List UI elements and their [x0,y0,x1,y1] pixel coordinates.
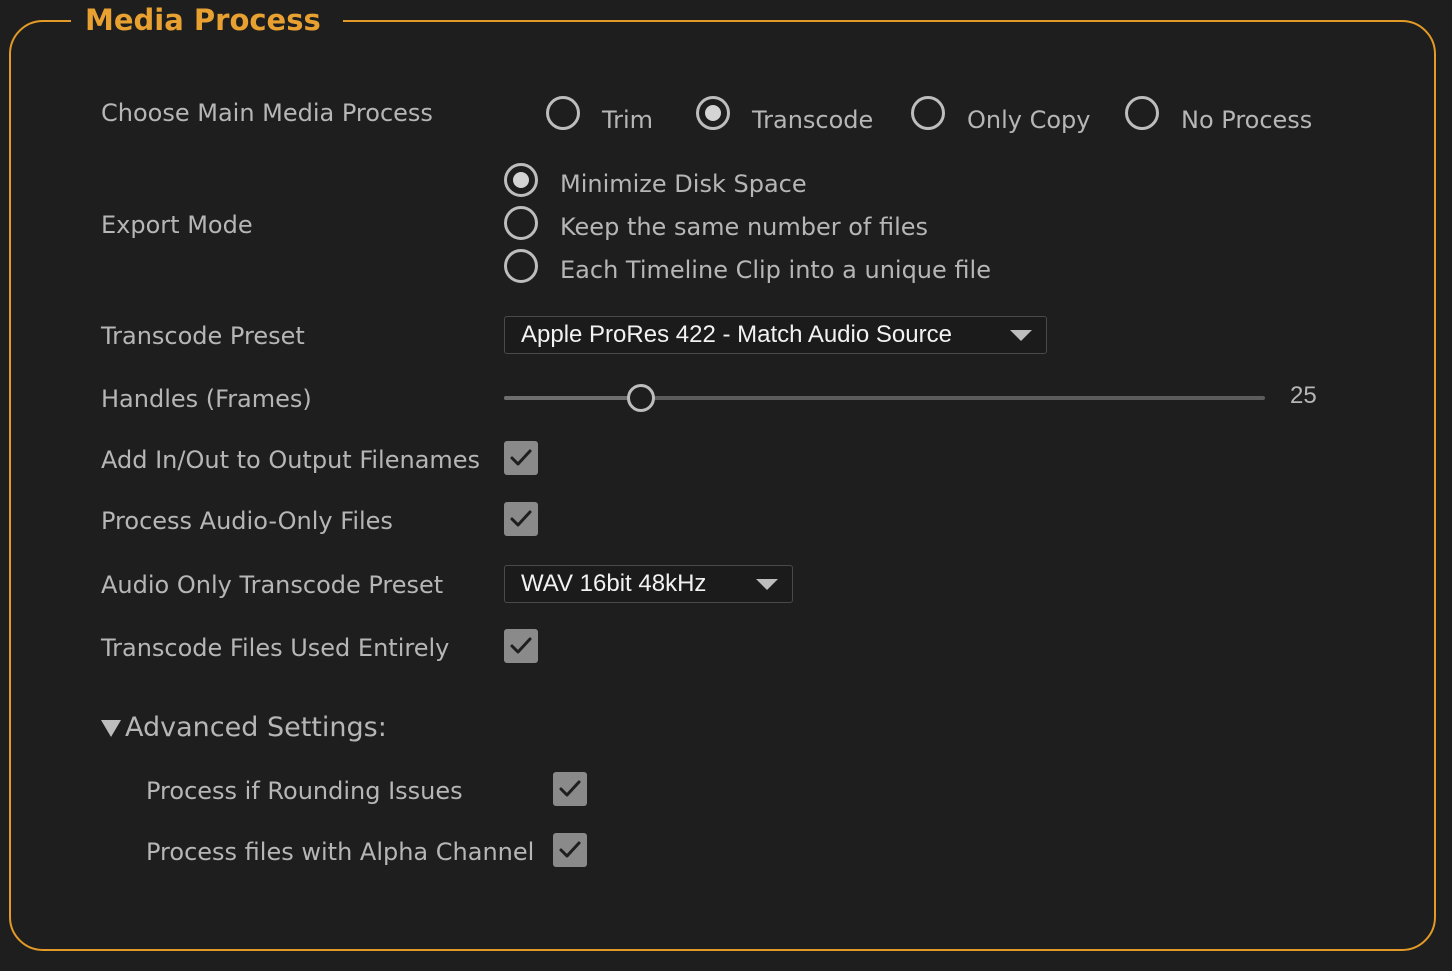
transcode-entirely-checkbox[interactable] [504,629,538,663]
process-audio-only-checkbox[interactable] [504,502,538,536]
radio-transcode[interactable]: Transcode [696,91,873,135]
chevron-down-icon [756,578,778,590]
radio-minimize-disk-space[interactable]: Minimize Disk Space [504,161,807,199]
transcode-entirely-label: Transcode Files Used Entirely [101,634,450,662]
checkmark-icon [559,841,581,858]
transcode-preset-dropdown[interactable]: Apple ProRes 422 - Match Audio Source [504,316,1047,354]
radio-trim[interactable]: Trim [546,91,653,135]
radio-each-clip-unique[interactable]: Each Timeline Clip into a unique file [504,247,991,285]
radio-only-copy-label: Only Copy [967,106,1091,134]
transcode-preset-value: Apple ProRes 422 - Match Audio Source [521,321,952,348]
radio-trim-indicator [546,96,580,130]
panel-title: Media Process [71,0,343,40]
checkmark-icon [510,637,532,654]
radio-only-copy-indicator [911,96,945,130]
radio-keep-same-number-indicator [504,206,538,240]
rounding-checkbox[interactable] [553,772,587,806]
radio-only-copy[interactable]: Only Copy [911,91,1090,135]
radio-minimize-disk-space-indicator [504,163,538,197]
radio-no-process[interactable]: No Process [1125,91,1312,135]
audio-preset-value: WAV 16bit 48kHz [521,570,707,597]
radio-transcode-label: Transcode [752,106,874,134]
handles-slider[interactable] [504,384,1265,412]
radio-keep-same-number-label: Keep the same number of files [560,213,929,241]
radio-no-process-indicator [1125,96,1159,130]
handles-value: 25 [1290,382,1317,409]
radio-keep-same-number[interactable]: Keep the same number of files [504,204,928,242]
handles-slider-thumb[interactable] [627,384,655,412]
radio-transcode-indicator [696,96,730,130]
radio-each-clip-unique-indicator [504,249,538,283]
main-process-label: Choose Main Media Process [101,99,433,127]
checkmark-icon [510,449,532,466]
checkmark-icon [510,510,532,527]
alpha-label: Process files with Alpha Channel [146,838,535,866]
disclosure-triangle-icon [101,719,121,737]
checkmark-icon [559,780,581,797]
audio-preset-dropdown[interactable]: WAV 16bit 48kHz [504,565,793,603]
add-in-out-label: Add In/Out to Output Filenames [101,446,481,474]
radio-no-process-label: No Process [1181,106,1313,134]
handles-slider-fill [504,396,641,400]
radio-each-clip-unique-label: Each Timeline Clip into a unique file [560,256,991,284]
advanced-settings-label: Advanced Settings: [125,712,387,743]
export-mode-label: Export Mode [101,211,253,239]
chevron-down-icon [1010,329,1032,341]
audio-preset-label: Audio Only Transcode Preset [101,571,444,599]
process-audio-only-label: Process Audio-Only Files [101,507,393,535]
rounding-label: Process if Rounding Issues [146,777,463,805]
media-process-panel: Media Process [9,0,1436,951]
transcode-preset-label: Transcode Preset [101,322,305,350]
radio-trim-label: Trim [602,106,654,134]
handles-label: Handles (Frames) [101,385,312,413]
advanced-settings-toggle[interactable]: Advanced Settings: [101,712,387,744]
add-in-out-checkbox[interactable] [504,441,538,475]
alpha-checkbox[interactable] [553,833,587,867]
radio-minimize-disk-space-label: Minimize Disk Space [560,170,807,198]
